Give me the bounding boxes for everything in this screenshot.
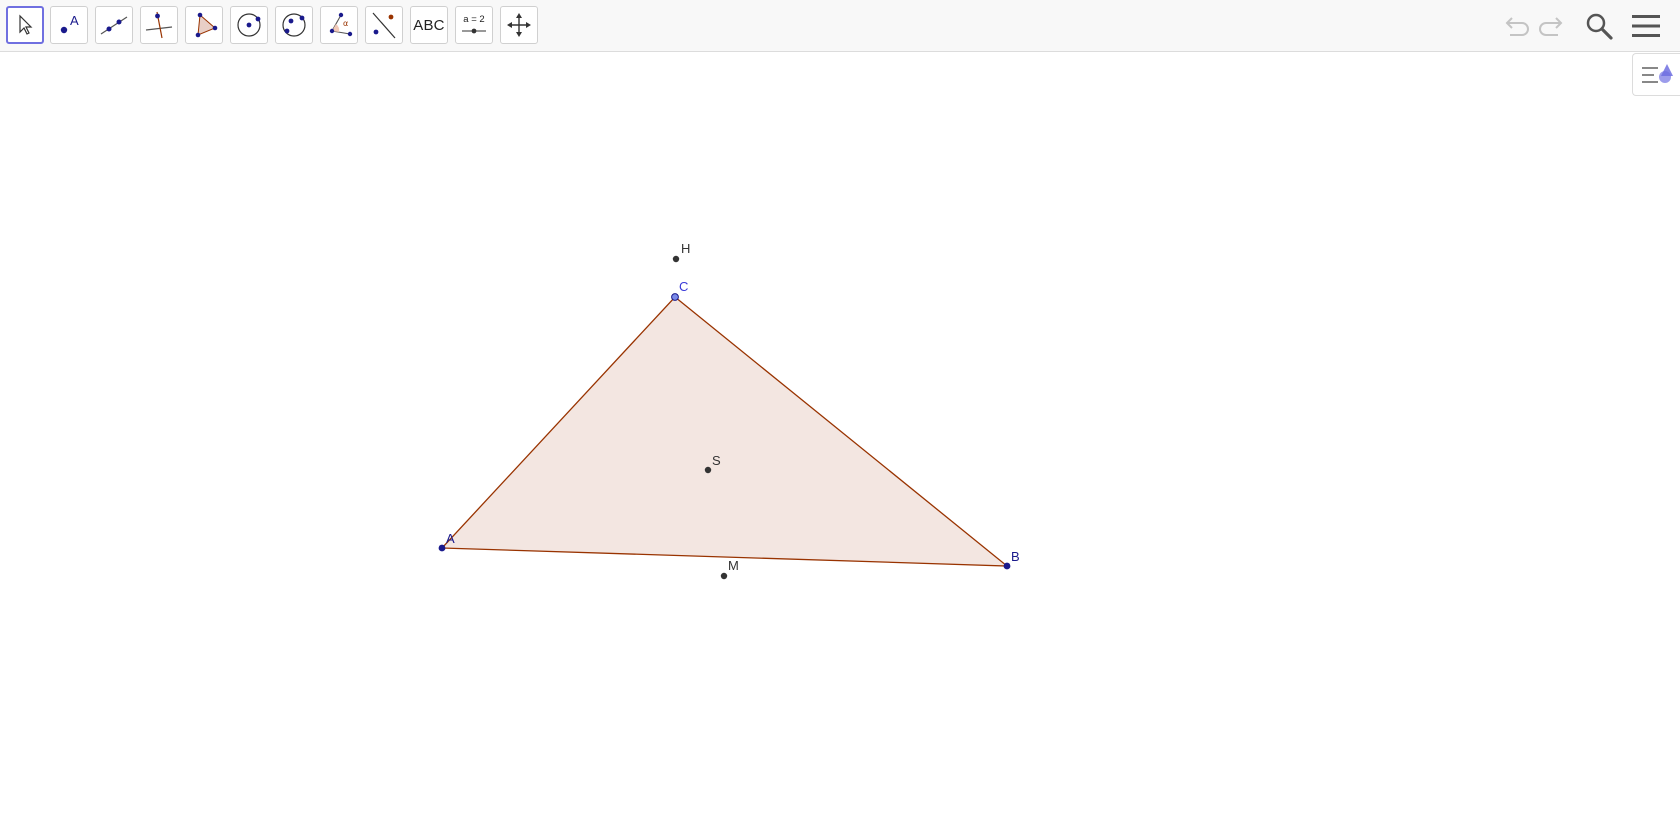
circle-center-point-tool[interactable] [230,6,268,44]
label-a: A [446,531,455,546]
label-c: C [679,279,688,294]
redo-button[interactable] [1535,8,1571,44]
circle-three-points-icon [282,13,306,37]
triangle-abc[interactable] [440,296,1009,567]
text-tool[interactable]: ABC [410,6,448,44]
angle-icon: α [329,12,353,37]
graphics-view[interactable]: H C S A B M [0,53,1680,840]
polygon-tool[interactable] [185,6,223,44]
svg-text:A: A [70,13,79,28]
line-through-two-points-icon [100,16,128,35]
label-s: S [712,453,721,468]
slider-tool[interactable]: a = 2 [455,6,493,44]
circle-three-points-tool[interactable] [275,6,313,44]
point-tool[interactable]: A [50,6,88,44]
point-c[interactable] [671,293,679,301]
cursor-arrow-icon [19,14,33,35]
move-arrows-icon [507,13,531,37]
polygon-icon [195,12,218,38]
circle-center-point-icon [237,13,261,37]
move-tool[interactable] [6,6,44,44]
redo-icon [1539,17,1563,36]
svg-text:a = 2: a = 2 [463,14,484,25]
point-s[interactable] [704,466,712,474]
label-h: H [681,241,690,256]
search-button[interactable] [1581,8,1617,44]
svg-text:α: α [343,19,348,28]
slider-icon: a = 2 [462,14,486,34]
undo-button[interactable] [1497,8,1533,44]
point-icon: A [60,13,79,34]
hamburger-menu-icon [1632,15,1660,37]
label-b: B [1011,549,1020,564]
perpendicular-line-icon [145,11,173,39]
point-m[interactable] [720,572,728,580]
main-menu-button[interactable] [1628,8,1664,44]
point-h[interactable] [672,255,680,263]
search-icon [1586,13,1613,40]
point-b[interactable] [1003,562,1011,570]
point-a[interactable] [438,544,446,552]
angle-tool[interactable]: α [320,6,358,44]
reflect-about-line-tool[interactable] [365,6,403,44]
reflect-line-icon [372,12,396,39]
toolbar: A α ABC a = 2 [0,0,1680,52]
line-tool[interactable] [95,6,133,44]
perpendicular-line-tool[interactable] [140,6,178,44]
move-graphics-view-tool[interactable] [500,6,538,44]
undo-icon [1505,17,1529,36]
label-m: M [728,558,739,573]
text-icon: ABC [413,16,445,34]
